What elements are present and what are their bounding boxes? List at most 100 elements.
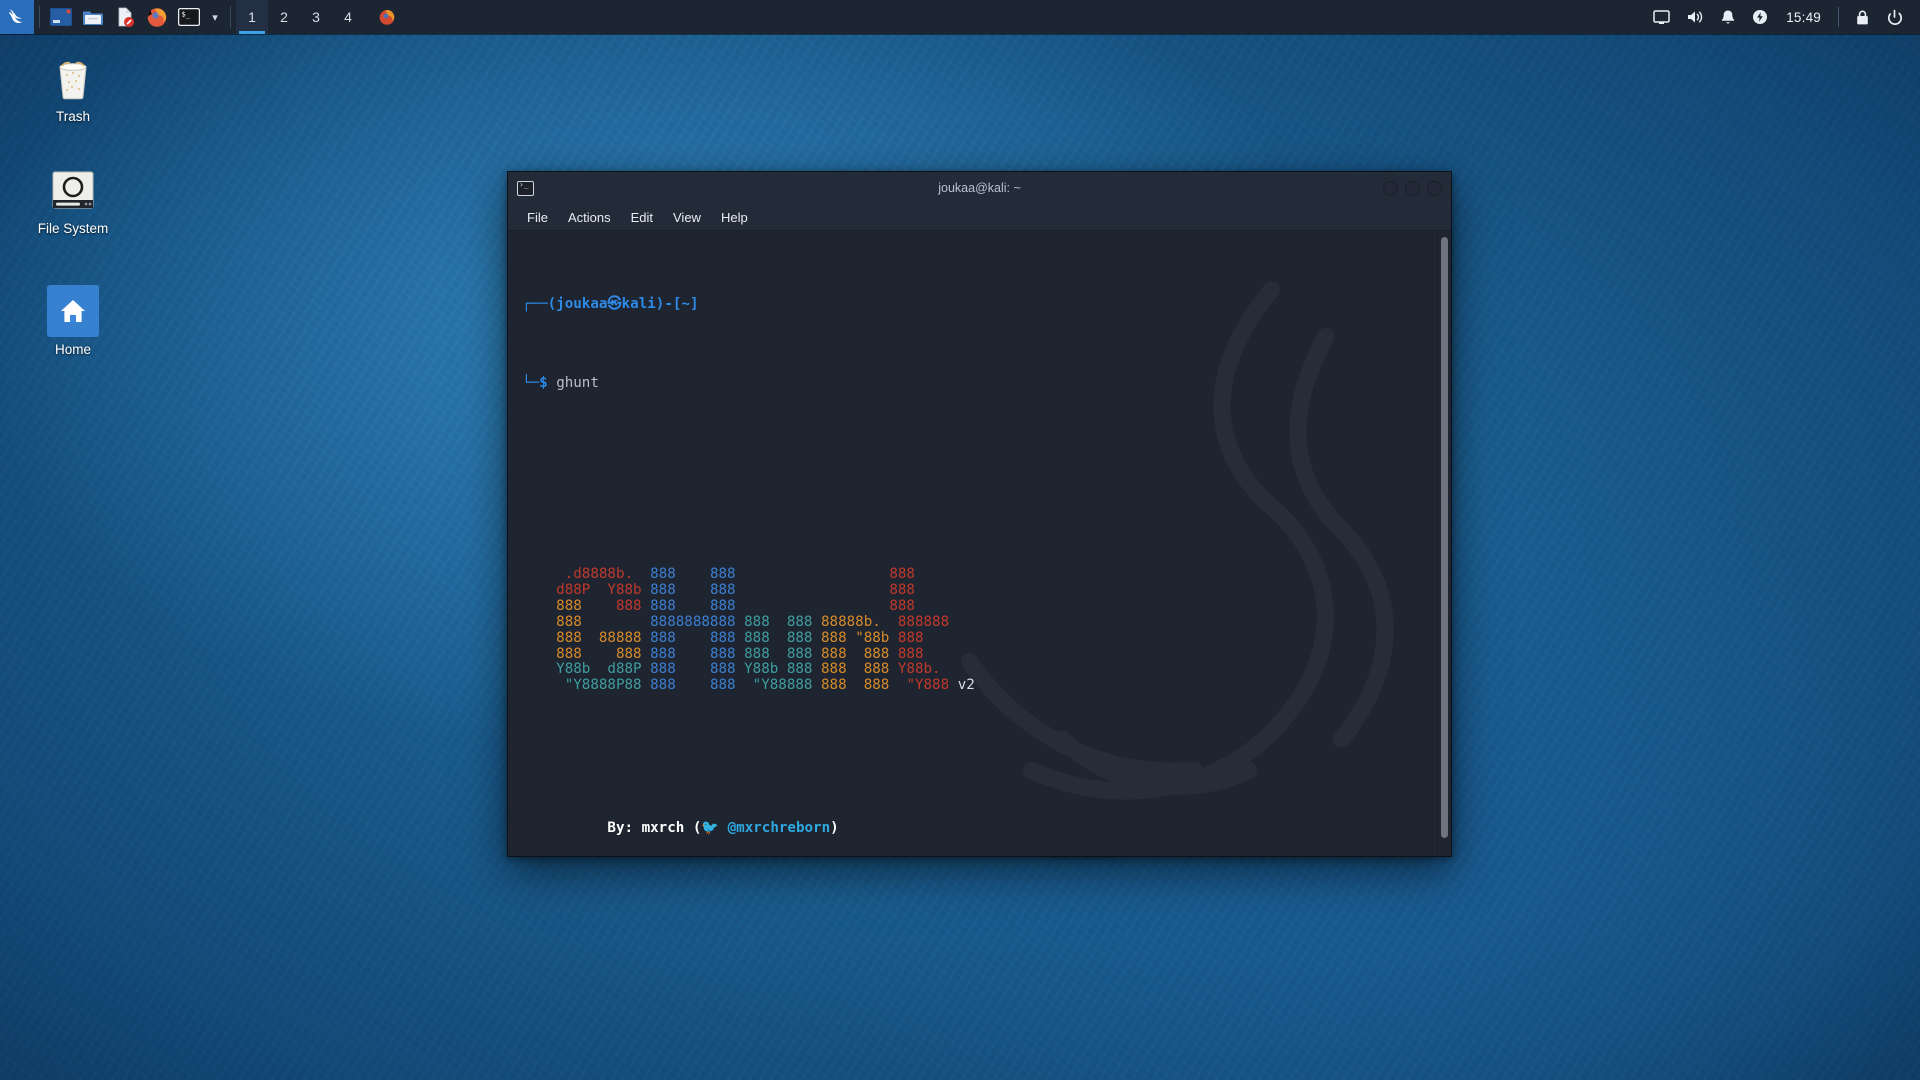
document-forbidden-icon xyxy=(118,7,134,27)
panel-divider xyxy=(39,6,40,28)
desktop-icon-trash[interactable]: Trash xyxy=(18,52,128,124)
prompt-path: ~ xyxy=(681,295,690,312)
bird-icon: 🐦 xyxy=(701,820,720,837)
harddisk-icon xyxy=(47,164,99,216)
firefox-icon xyxy=(147,8,167,27)
workspace-switcher: 1 2 3 4 xyxy=(236,0,364,34)
terminal-screen[interactable]: ┌──(joukaa㉿kali)-[~] └─$ ghunt .d8888b. … xyxy=(508,231,1437,856)
lock-screen-button[interactable] xyxy=(1847,0,1877,34)
terminal-body: ┌──(joukaa㉿kali)-[~] └─$ ghunt .d8888b. … xyxy=(508,231,1451,856)
display-icon[interactable] xyxy=(1646,0,1677,34)
terminal-window: joukaa@kali: ~ File Actions Edit View He… xyxy=(507,171,1452,857)
prompt-user: joukaa xyxy=(556,295,608,312)
web-browser-launcher[interactable] xyxy=(141,0,173,34)
file-manager-launcher[interactable] xyxy=(77,0,109,34)
terminal-icon: $_ xyxy=(178,8,200,26)
desktop-icon-home[interactable]: Home xyxy=(18,285,128,357)
desktop-icon-trash-label: Trash xyxy=(55,109,90,124)
workspace-1[interactable]: 1 xyxy=(236,0,268,34)
lock-icon xyxy=(1856,10,1868,24)
terminal-command: ghunt xyxy=(556,375,599,392)
volume-icon[interactable] xyxy=(1679,0,1711,34)
clock[interactable]: 15:49 xyxy=(1777,10,1830,25)
prompt-branch-top: ┌── xyxy=(522,295,548,312)
workspace-4-label: 4 xyxy=(344,9,352,25)
firefox-icon xyxy=(379,10,395,25)
firefox-window-button[interactable] xyxy=(370,0,404,34)
terminal-launcher[interactable]: $_ xyxy=(173,0,205,34)
prompt-line-2: └─$ ghunt xyxy=(522,375,1427,392)
desktop-icon-home-label: Home xyxy=(54,342,91,357)
system-tray: 15:49 xyxy=(1646,0,1920,34)
banner-line-5: 888 88888 888 888 888 888 888 "88b 888 xyxy=(556,629,924,646)
kali-dragon-icon xyxy=(9,9,22,24)
chevron-down-icon[interactable]: ▾ xyxy=(205,0,225,34)
trash-icon xyxy=(47,52,99,104)
credits-handle: @mxrchreborn xyxy=(727,820,831,837)
window-controls xyxy=(1383,180,1442,196)
bell-icon xyxy=(1721,10,1735,23)
workspace-3-label: 3 xyxy=(312,9,320,25)
prompt-dollar: $ xyxy=(539,375,548,392)
banner-line-6: 888 888 888 888 888 888 888 888 888 xyxy=(556,645,924,662)
menu-file[interactable]: File xyxy=(518,207,557,228)
blank-line-1 xyxy=(522,440,1427,456)
logout-button[interactable] xyxy=(1879,0,1910,34)
workspace-1-label: 1 xyxy=(248,9,256,25)
desktop-icon-filesystem[interactable]: File System xyxy=(18,164,128,236)
prompt-bracket-close: ] xyxy=(689,295,699,312)
power-manager-icon[interactable] xyxy=(1745,0,1775,34)
workspace-4[interactable]: 4 xyxy=(332,0,364,34)
blank-line-2 xyxy=(522,488,1427,504)
terminal-menubar: File Actions Edit View Help xyxy=(508,204,1451,231)
notifications-icon[interactable] xyxy=(1713,0,1743,34)
desktop-icon-filesystem-label: File System xyxy=(37,221,109,236)
menu-help[interactable]: Help xyxy=(712,207,757,228)
logout-icon xyxy=(1887,9,1902,25)
scrollbar-thumb[interactable] xyxy=(1441,237,1448,838)
menu-actions[interactable]: Actions xyxy=(559,207,620,228)
speaker-icon xyxy=(1688,11,1703,23)
terminal-icon xyxy=(517,180,534,196)
banner-line-1: .d8888b. 888 888 888 xyxy=(564,566,915,583)
banner-line-3: 888 888 888 888 888 xyxy=(556,597,915,614)
blank-line-3 xyxy=(522,742,1427,758)
minimize-button[interactable] xyxy=(1383,180,1398,196)
banner-line-7: Y88b d88P 888 888 Y88b 888 888 888 Y88b. xyxy=(556,661,941,678)
panel-divider-2 xyxy=(230,6,231,28)
terminal-title: joukaa@kali: ~ xyxy=(938,181,1021,195)
credits-by-prefix: By: mxrch ( xyxy=(607,820,702,837)
panel-left-section: $_ ▾ 1 2 3 4 xyxy=(0,0,404,34)
top-panel: $_ ▾ 1 2 3 4 15:49 xyxy=(0,0,1920,34)
terminal-scrollbar[interactable] xyxy=(1437,231,1451,856)
prompt-branch-bottom: └─ xyxy=(522,375,540,392)
prompt-open-paren: ( xyxy=(547,295,557,312)
prompt-line-1: ┌──(joukaa㉿kali)-[~] xyxy=(522,295,1427,313)
window-buttons xyxy=(370,0,404,34)
terminal-titlebar[interactable]: joukaa@kali: ~ xyxy=(508,172,1451,204)
banner-line-2: d88P Y88b 888 888 888 xyxy=(556,581,915,598)
folder-icon xyxy=(83,11,103,25)
close-button[interactable] xyxy=(1427,180,1442,196)
prompt-host: kali xyxy=(621,295,656,312)
svg-text:$_: $_ xyxy=(182,11,191,19)
menu-view[interactable]: View xyxy=(664,207,710,228)
workspace-2-label: 2 xyxy=(280,9,288,25)
workspace-2[interactable]: 2 xyxy=(268,0,300,34)
power-bolt-icon xyxy=(1753,10,1768,24)
maximize-button[interactable] xyxy=(1405,180,1420,196)
workspace-3[interactable]: 3 xyxy=(300,0,332,34)
credits-by-suffix: ) xyxy=(830,820,839,837)
menu-edit[interactable]: Edit xyxy=(622,207,662,228)
credits-line-by: By: mxrch (🐦 @mxrchreborn) xyxy=(522,820,1427,837)
ghunt-ascii-banner: .d8888b. 888 888 888 d88P Y88b 888 888 8… xyxy=(522,566,1427,694)
display-icon xyxy=(1653,9,1670,24)
tray-divider xyxy=(1838,7,1839,27)
applications-menu-button[interactable] xyxy=(0,0,34,34)
home-icon xyxy=(47,285,99,337)
prompt-close-paren: )-[ xyxy=(655,295,682,312)
prompt-at-symbol: ㉿ xyxy=(607,295,622,312)
terminal-emulator-launcher[interactable] xyxy=(45,0,77,34)
text-editor-launcher[interactable] xyxy=(109,0,141,34)
banner-line-4: 888 8888888888 888 888 88888b. 888888 xyxy=(556,613,950,630)
